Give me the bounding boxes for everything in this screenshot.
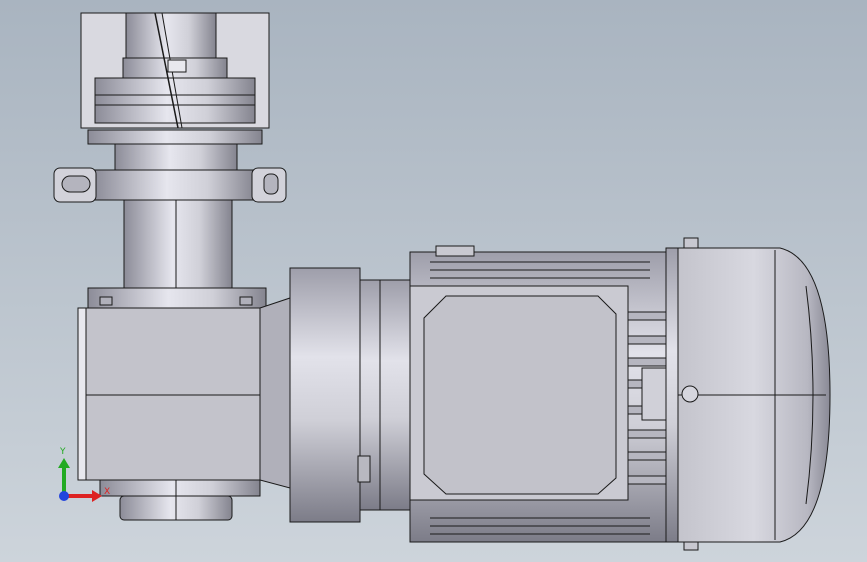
output-shaft bbox=[123, 199, 233, 289]
fan-cover bbox=[677, 247, 831, 543]
adapter-housing bbox=[289, 267, 413, 523]
cad-viewport[interactable]: Y X bbox=[0, 0, 867, 562]
clamp-ring bbox=[53, 167, 287, 203]
y-axis-label: Y bbox=[59, 447, 66, 457]
terminal-box bbox=[409, 285, 629, 501]
top-coupling-housing bbox=[80, 12, 270, 129]
gearbox-top-flange bbox=[87, 287, 267, 309]
gear-motor-model[interactable]: Y X bbox=[0, 0, 867, 562]
x-axis-label: X bbox=[104, 487, 110, 497]
gearbox-housing bbox=[77, 297, 291, 489]
upper-flange bbox=[87, 129, 263, 171]
motor-end-flange bbox=[665, 247, 679, 543]
gearbox-bottom-flange bbox=[99, 479, 261, 497]
